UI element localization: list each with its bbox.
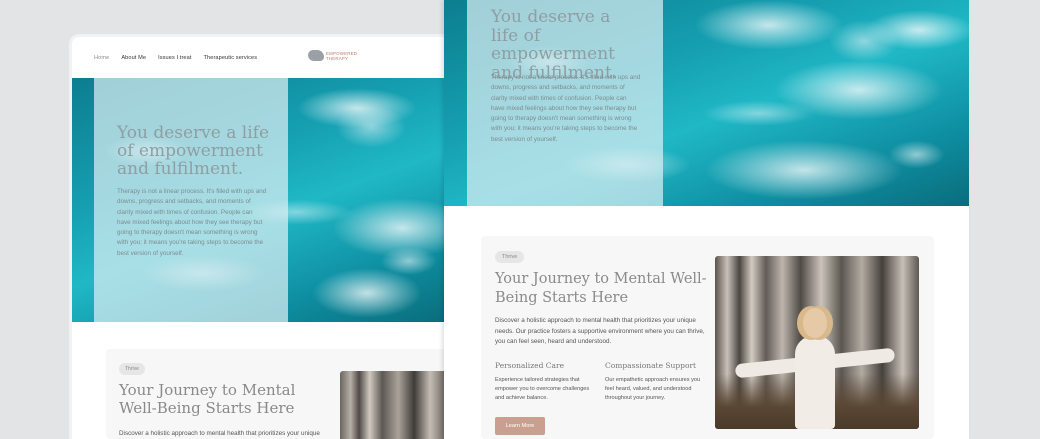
logo-text-line-2: THERAPY xyxy=(326,55,349,61)
wave-foam xyxy=(704,140,904,200)
section-badge: Thrive xyxy=(119,363,145,375)
nav-item-home[interactable]: Home xyxy=(94,55,109,61)
feature-desc-compassionate-support: Our empathetic approach ensures you feel… xyxy=(605,377,701,401)
logo-wordmark: EMPOWERED THERAPY xyxy=(326,51,357,61)
learn-more-button[interactable]: Learn More xyxy=(495,417,545,435)
logo-text-line-1: EMPOWERED xyxy=(326,50,358,56)
section-heading: Your Journey to Mental Well-Being Starts… xyxy=(495,271,707,306)
feature-desc-personalized-care: Experience tailored strategies that empo… xyxy=(495,377,590,401)
feature-title-personalized-care: Personalized Care xyxy=(495,361,565,370)
left-mockup-frame: Home About Me Issues I treat Therapeutic… xyxy=(72,37,446,439)
nav-item-about-me[interactable]: About Me xyxy=(121,55,146,61)
hero-title: You deserve a life of empowerment and fu… xyxy=(117,123,270,179)
logo-brain-icon xyxy=(308,50,324,61)
feature-title-compassionate-support: Compassionate Support xyxy=(605,361,697,370)
section-heading: Your Journey to Mental Well-Being Starts… xyxy=(119,381,296,417)
main-nav: Home About Me Issues I treat Therapeutic… xyxy=(72,37,446,78)
section-description: Discover a holistic approach to mental h… xyxy=(119,430,320,437)
wave-foam xyxy=(312,268,422,318)
hero-body: Therapy is not a linear process. It's fi… xyxy=(117,188,267,257)
wave-foam xyxy=(332,198,446,258)
wave-foam xyxy=(694,0,844,50)
wave-foam xyxy=(864,10,969,50)
forest-woman-photo xyxy=(715,256,919,429)
hero-title: You deserve a life of empowerment and fu… xyxy=(491,7,618,83)
site-logo[interactable]: EMPOWERED THERAPY xyxy=(308,50,357,61)
right-mockup-frame: You deserve a life of empowerment and fu… xyxy=(444,0,969,439)
photo-person-body xyxy=(795,336,835,429)
wave-foam xyxy=(297,88,417,128)
photo-person-head xyxy=(803,308,827,338)
nav-item-issues-i-treat[interactable]: Issues I treat xyxy=(158,55,191,61)
section-badge: Thrive xyxy=(495,251,525,263)
hero-body: Therapy is not a linear process. It's fi… xyxy=(491,74,641,143)
forest-woman-photo xyxy=(340,371,446,439)
section-description: Discover a holistic approach to mental h… xyxy=(495,317,705,345)
wave-foam xyxy=(774,60,944,120)
nav-item-therapeutic-services[interactable]: Therapeutic services xyxy=(204,55,258,61)
